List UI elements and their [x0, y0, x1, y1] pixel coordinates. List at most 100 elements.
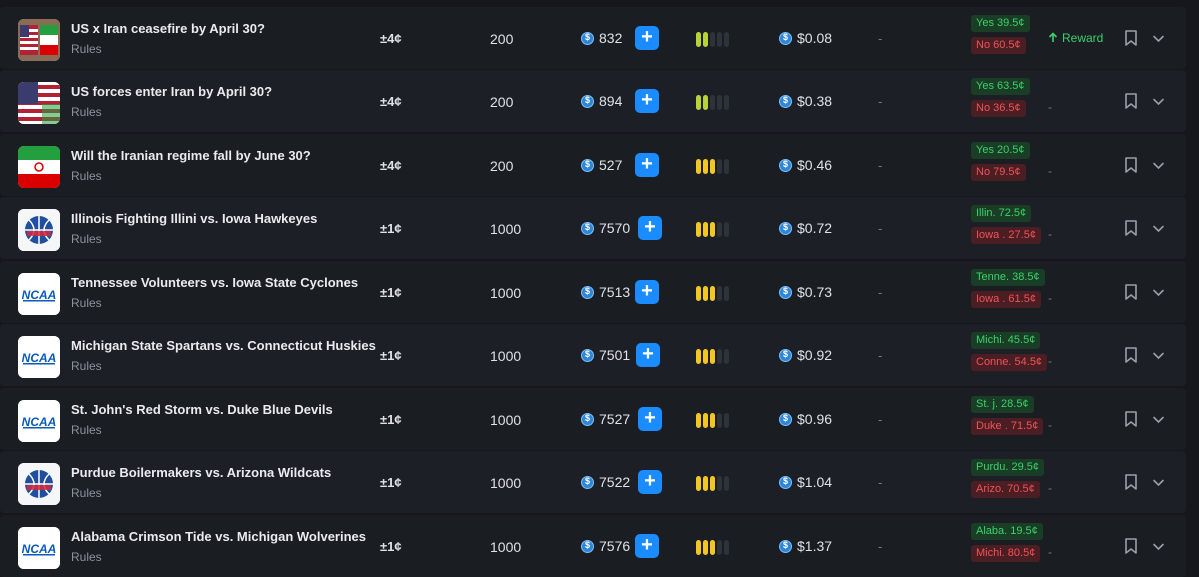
yes-outcome-button[interactable]: Yes 39.5¢ [971, 15, 1030, 32]
no-outcome-button[interactable]: Iowa . 61.5¢ [971, 291, 1041, 308]
empty-value: - [878, 221, 883, 236]
liquidity-bar [703, 95, 708, 110]
chevron-down-icon[interactable] [1152, 540, 1165, 553]
add-button[interactable]: + [635, 280, 659, 304]
market-row[interactable]: NCAA Tennessee Volunteers vs. Iowa State … [0, 261, 1186, 323]
iran-flag-icon [18, 146, 60, 188]
chevron-down-icon[interactable] [1152, 159, 1165, 172]
yes-outcome-button[interactable]: Purdu. 29.5¢ [971, 459, 1044, 476]
bookmark-icon[interactable] [1124, 220, 1138, 236]
bookmark-icon[interactable] [1124, 474, 1138, 490]
liquidity-bar [717, 222, 722, 237]
rules-link[interactable]: Rules [71, 486, 102, 500]
rules-link[interactable]: Rules [71, 169, 102, 183]
bookmark-icon[interactable] [1124, 30, 1138, 46]
no-outcome-button[interactable]: No 60.5¢ [971, 37, 1026, 54]
add-button[interactable]: + [635, 89, 659, 113]
liquidity-bars [696, 95, 731, 110]
no-outcome-button[interactable]: No 79.5¢ [971, 164, 1026, 181]
market-title[interactable]: US x Iran ceasefire by April 30? [71, 21, 265, 36]
chevron-down-icon[interactable] [1152, 286, 1165, 299]
market-row[interactable]: Purdue Boilermakers vs. Arizona Wildcats… [0, 451, 1186, 513]
bookmark-icon[interactable] [1124, 411, 1138, 427]
price-text: $1.37 [797, 538, 833, 554]
market-row[interactable]: NCAA Michigan State Spartans vs. Connecti… [0, 324, 1186, 386]
coin-icon [581, 476, 594, 489]
liquidity-bar [724, 540, 729, 555]
yes-outcome-button[interactable]: Yes 20.5¢ [971, 142, 1030, 159]
market-title[interactable]: Michigan State Spartans vs. Connecticut … [71, 338, 376, 353]
liquidity-bar [724, 222, 729, 237]
no-outcome-button[interactable]: Duke . 71.5¢ [971, 418, 1044, 435]
market-title[interactable]: Alabama Crimson Tide vs. Michigan Wolver… [71, 529, 366, 544]
bookmark-icon[interactable] [1124, 347, 1138, 363]
market-row[interactable]: Illinois Fighting Illini vs. Iowa Hawkey… [0, 197, 1186, 259]
chevron-down-icon[interactable] [1152, 95, 1165, 108]
yes-outcome-button[interactable]: Tenne. 38.5¢ [971, 269, 1045, 286]
market-row[interactable]: US forces enter Iran by April 30? Rules ±4… [0, 70, 1186, 132]
bookmark-icon[interactable] [1124, 538, 1138, 554]
chevron-down-icon[interactable] [1152, 413, 1165, 426]
basketball-icon [18, 209, 60, 251]
add-button[interactable]: + [635, 26, 659, 50]
liquidity-bar [724, 32, 729, 47]
reward-text: Reward [1062, 31, 1104, 45]
no-outcome-button[interactable]: Iowa . 27.5¢ [971, 227, 1041, 244]
bookmark-icon[interactable] [1124, 284, 1138, 300]
rules-link[interactable]: Rules [71, 232, 102, 246]
add-button[interactable]: + [635, 534, 659, 558]
yes-outcome-button[interactable]: Alaba. 19.5¢ [971, 523, 1043, 540]
no-outcome-button[interactable]: No 36.5¢ [971, 100, 1026, 117]
coin-icon [581, 286, 594, 299]
market-title[interactable]: Illinois Fighting Illini vs. Iowa Hawkey… [71, 211, 317, 226]
market-row[interactable]: Will the Iranian regime fall by June 30?… [0, 134, 1186, 196]
rules-link[interactable]: Rules [71, 550, 102, 564]
chevron-down-icon[interactable] [1152, 349, 1165, 362]
add-button[interactable]: + [635, 153, 659, 177]
add-button[interactable]: + [636, 343, 660, 367]
market-title[interactable]: US forces enter Iran by April 30? [71, 84, 272, 99]
market-row[interactable]: NCAA St. John's Red Storm vs. Duke Blue D… [0, 388, 1186, 450]
no-outcome-button[interactable]: Arizo. 70.5¢ [971, 481, 1040, 498]
market-row[interactable]: US x Iran ceasefire by April 30? Rules ±4¢… [0, 7, 1186, 69]
market-title[interactable]: Tennessee Volunteers vs. Iowa State Cycl… [71, 275, 358, 290]
chevron-down-icon[interactable] [1152, 476, 1165, 489]
add-button[interactable]: + [638, 407, 662, 431]
empty-value: - [878, 94, 883, 109]
market-row[interactable]: NCAA Alabama Crimson Tide vs. Michigan Wo… [0, 515, 1186, 577]
add-button[interactable]: + [638, 470, 662, 494]
price-text: $0.72 [797, 220, 833, 236]
spread-value: ±4¢ [380, 94, 402, 109]
chevron-down-icon[interactable] [1152, 222, 1165, 235]
liquidity-bar [703, 32, 708, 47]
coin-icon [779, 476, 792, 489]
spread-value: ±1¢ [380, 539, 402, 554]
bookmark-icon[interactable] [1124, 93, 1138, 109]
yes-outcome-button[interactable]: Illin. 72.5¢ [971, 205, 1032, 222]
empty-value: - [1048, 164, 1052, 178]
yes-outcome-button[interactable]: Michi. 45.5¢ [971, 332, 1041, 349]
empty-value: - [1048, 100, 1052, 114]
market-title[interactable]: St. John's Red Storm vs. Duke Blue Devil… [71, 402, 333, 417]
liquidity-bar [696, 349, 701, 364]
rules-link[interactable]: Rules [71, 105, 102, 119]
rules-link[interactable]: Rules [71, 423, 102, 437]
add-button[interactable]: + [638, 216, 662, 240]
market-title[interactable]: Purdue Boilermakers vs. Arizona Wildcats [71, 465, 331, 480]
rules-link[interactable]: Rules [71, 296, 102, 310]
market-list: US x Iran ceasefire by April 30? Rules ±4¢… [0, 0, 1199, 577]
volume-text: 7527 [599, 411, 631, 427]
no-outcome-button[interactable]: Conne. 54.5¢ [971, 354, 1048, 371]
coin-icon [779, 349, 792, 362]
yes-outcome-button[interactable]: St. j. 28.5¢ [971, 396, 1034, 413]
market-title[interactable]: Will the Iranian regime fall by June 30? [71, 148, 311, 163]
no-outcome-button[interactable]: Michi. 80.5¢ [971, 545, 1041, 562]
rules-link[interactable]: Rules [71, 359, 102, 373]
rules-link[interactable]: Rules [71, 42, 102, 56]
chevron-down-icon[interactable] [1152, 32, 1165, 45]
bookmark-icon[interactable] [1124, 157, 1138, 173]
reward-label[interactable]: Reward [1048, 31, 1103, 45]
yes-outcome-button[interactable]: Yes 63.5¢ [971, 78, 1030, 95]
liquidity-bar [717, 540, 722, 555]
liquidity-bar [724, 95, 729, 110]
